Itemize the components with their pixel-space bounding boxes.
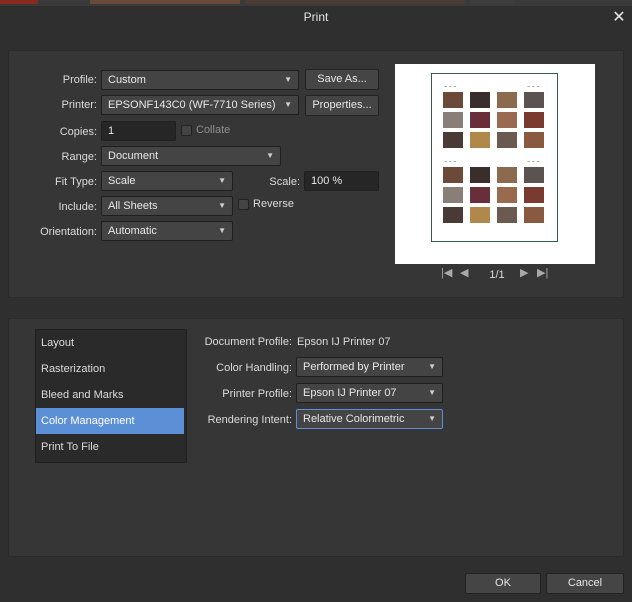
category-list: Layout Rasterization Bleed and Marks Col… (35, 329, 187, 463)
chevron-down-icon: ▼ (266, 151, 274, 160)
include-value: All Sheets (108, 200, 158, 212)
preview-page-heading: ~ ~ ~ (444, 159, 457, 164)
chevron-down-icon: ▼ (284, 100, 292, 109)
category-layout[interactable]: Layout (36, 330, 184, 356)
color-handling-value: Performed by Printer (303, 361, 405, 373)
range-dropdown[interactable]: Document ▼ (101, 146, 281, 166)
preview-photo (443, 207, 463, 223)
fit-type-label: Fit Type: (55, 176, 97, 188)
include-dropdown[interactable]: All Sheets ▼ (101, 196, 233, 216)
first-page-icon[interactable]: |◀ (441, 266, 452, 279)
printer-profile-label: Printer Profile: (222, 388, 292, 400)
preview-photo (524, 207, 544, 223)
chevron-down-icon: ▼ (284, 75, 292, 84)
color-handling-label: Color Handling: (216, 362, 292, 374)
preview-photo (470, 132, 490, 148)
chevron-down-icon: ▼ (218, 201, 226, 210)
preview-photo (497, 132, 517, 148)
close-icon[interactable]: ✕ (609, 8, 629, 28)
preview-photo (497, 92, 517, 108)
include-label: Include: (58, 201, 97, 213)
preview-photo (524, 167, 544, 183)
preview-photo (470, 112, 490, 128)
preview-photo (443, 92, 463, 108)
copies-input[interactable]: 1 (101, 121, 176, 141)
preview-photo (470, 207, 490, 223)
previous-page-icon[interactable]: ◀ (460, 266, 468, 279)
preview-photo (470, 167, 490, 183)
background-thumbnail (470, 0, 515, 4)
printer-profile-value: Epson IJ Printer 07 (303, 387, 397, 399)
preview-photo (470, 92, 490, 108)
category-color-management[interactable]: Color Management (36, 408, 184, 434)
preview-page-heading: ~ ~ ~ (444, 84, 457, 89)
preview-photo (524, 187, 544, 203)
category-rasterization[interactable]: Rasterization (36, 356, 184, 382)
chevron-down-icon: ▼ (428, 362, 436, 371)
orientation-dropdown[interactable]: Automatic ▼ (101, 221, 233, 241)
preview-photo (497, 207, 517, 223)
orientation-value: Automatic (108, 225, 157, 237)
copies-label: Copies: (59, 126, 97, 138)
scale-label: Scale: (269, 176, 300, 188)
color-handling-dropdown[interactable]: Performed by Printer ▼ (296, 357, 443, 377)
preview-photo (443, 112, 463, 128)
profile-value: Custom (108, 74, 146, 86)
chevron-down-icon: ▼ (218, 226, 226, 235)
preview-photo (497, 187, 517, 203)
save-as-button[interactable]: Save As... (305, 69, 379, 90)
chevron-down-icon: ▼ (218, 176, 226, 185)
preview-photo (524, 92, 544, 108)
range-value: Document (108, 150, 159, 162)
profile-label: Profile: (62, 74, 97, 86)
rendering-intent-label: Rendering Intent: (207, 414, 292, 426)
chevron-down-icon: ▼ (428, 388, 436, 397)
range-label: Range: (61, 151, 97, 163)
preview-photo (524, 132, 544, 148)
document-profile-value: Epson IJ Printer 07 (297, 336, 391, 348)
next-page-icon[interactable]: ▶ (520, 266, 528, 279)
printer-label: Printer: (61, 99, 97, 111)
ok-button[interactable]: OK (465, 573, 541, 594)
cancel-button[interactable]: Cancel (546, 573, 624, 594)
fit-type-value: Scale (108, 175, 136, 187)
dialog-title: Print (303, 10, 329, 24)
background-thumbnail (245, 0, 465, 4)
background-thumbnail (0, 0, 38, 4)
preview-photo (470, 187, 490, 203)
scale-input[interactable]: 100 % (304, 171, 379, 191)
printer-value: EPSONF143C0 (WF-7710 Series) (108, 99, 276, 111)
printer-profile-dropdown[interactable]: Epson IJ Printer 07 ▼ (296, 383, 443, 403)
page-indicator: 1/1 (489, 269, 505, 281)
chevron-down-icon: ▼ (428, 414, 436, 423)
background-strip (0, 0, 632, 6)
background-thumbnail (90, 0, 240, 4)
properties-button[interactable]: Properties... (305, 95, 379, 116)
preview-page-heading: ~ ~ ~ (527, 84, 540, 89)
print-preview: ~ ~ ~ ~ ~ ~ ~ ~ ~ ~ ~ ~ (395, 64, 595, 264)
rendering-intent-dropdown[interactable]: Relative Colorimetric ▼ (296, 409, 443, 429)
preview-photo (443, 167, 463, 183)
category-bleed-and-marks[interactable]: Bleed and Marks (36, 382, 184, 408)
orientation-label: Orientation: (40, 226, 97, 238)
fit-type-dropdown[interactable]: Scale ▼ (101, 171, 233, 191)
preview-page-heading: ~ ~ ~ (527, 159, 540, 164)
profile-dropdown[interactable]: Custom ▼ (101, 70, 299, 90)
last-page-icon[interactable]: ▶| (537, 266, 548, 279)
reverse-label: Reverse (253, 198, 294, 210)
category-print-to-file[interactable]: Print To File (36, 434, 184, 460)
collate-label: Collate (196, 124, 231, 136)
preview-photo (524, 112, 544, 128)
printer-dropdown[interactable]: EPSONF143C0 (WF-7710 Series) ▼ (101, 95, 299, 115)
preview-photo (443, 132, 463, 148)
preview-page: ~ ~ ~ ~ ~ ~ ~ ~ ~ ~ ~ ~ (431, 73, 558, 242)
rendering-intent-value: Relative Colorimetric (303, 413, 405, 425)
preview-photo (443, 187, 463, 203)
preview-photo (497, 167, 517, 183)
collate-checkbox[interactable] (181, 125, 192, 136)
reverse-checkbox[interactable] (238, 199, 249, 210)
document-profile-label: Document Profile: (204, 336, 292, 348)
preview-photo (497, 112, 517, 128)
